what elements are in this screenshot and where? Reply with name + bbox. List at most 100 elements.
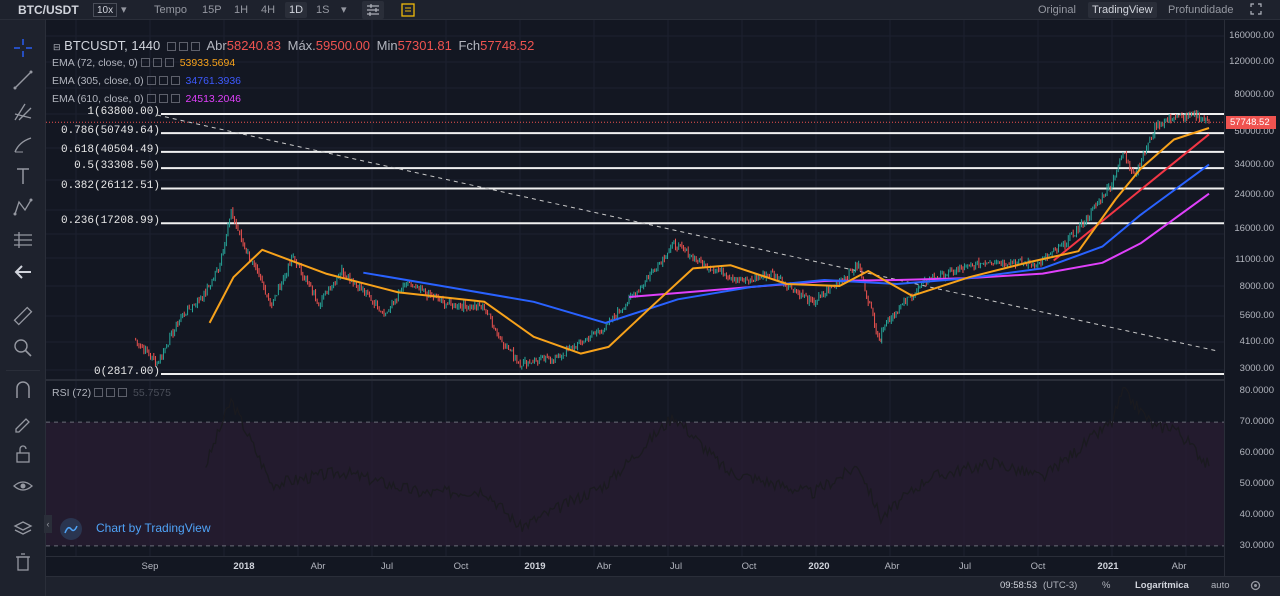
crosshair-icon[interactable]	[11, 36, 35, 60]
trash-icon[interactable]	[11, 550, 35, 574]
price-tick: 8000.00	[1239, 281, 1274, 292]
bottom-toolbar: 09:58:53 (UTC-3) % Logarítmica auto	[46, 576, 1280, 596]
ema72-value: 53933.5694	[179, 57, 236, 69]
rsi-tick: 40.0000	[1239, 508, 1274, 520]
collapse-icon: ⊟	[53, 42, 61, 52]
stay-drawing-icon[interactable]	[11, 410, 35, 434]
settings-gear-icon[interactable]	[1249, 579, 1262, 595]
ema610-legend[interactable]: EMA (610, close, 0) 24513.2046	[52, 93, 241, 105]
back-arrow-icon[interactable]	[11, 260, 35, 284]
price-tick: 120000.00	[1229, 56, 1274, 67]
price-tick: 5600.00	[1239, 310, 1274, 321]
price-tick: 11000.00	[1235, 254, 1274, 265]
interval-1d[interactable]: 1D	[285, 2, 308, 18]
magnet-icon[interactable]	[11, 378, 35, 402]
fib-label-0[interactable]: 1(63800.00)	[87, 106, 160, 118]
percent-toggle[interactable]: %	[1102, 580, 1110, 591]
time-tick: Abr	[884, 561, 900, 572]
collapse-toolbar-chevron-icon[interactable]: ‹	[44, 515, 52, 533]
price-axis[interactable]: 160000.00 120000.00 80000.00 50000.00 34000.…	[1224, 20, 1280, 576]
brush-icon[interactable]	[11, 132, 35, 156]
timezone[interactable]: (UTC-3)	[1043, 580, 1077, 591]
fullscreen-icon[interactable]	[1249, 2, 1263, 18]
eye-icon[interactable]	[11, 474, 35, 498]
fib-label-1[interactable]: 0.786(50749.64)	[61, 125, 160, 137]
time-tick: 2018	[233, 561, 255, 572]
top-toolbar: BTC/USDT 10x ▾ Tempo 15P 1H 4H 1D 1S ▾ O…	[0, 0, 1280, 20]
ema305-value: 34761.3936	[185, 75, 242, 87]
time-tick: Oct	[453, 561, 469, 572]
leverage-badge[interactable]: 10x	[93, 3, 118, 17]
note-icon[interactable]	[398, 1, 418, 19]
interval-1h[interactable]: 1H	[234, 2, 248, 18]
close-value: 57748.52	[480, 38, 535, 53]
low-value: 57301.81	[397, 38, 452, 53]
rsi-value: 55.7575	[133, 387, 171, 399]
time-tick: Abr	[596, 561, 612, 572]
price-tick: 4100.00	[1239, 336, 1274, 347]
view-tradingview[interactable]: TradingView	[1088, 2, 1157, 18]
time-tick: Jul	[669, 561, 683, 572]
rsi-tick: 50.0000	[1239, 477, 1274, 489]
ema72-line	[208, 127, 1210, 355]
rsi-legend[interactable]: RSI (72) 55.7575	[52, 387, 171, 399]
drawing-toolbar	[0, 20, 46, 596]
lock-icon[interactable]	[11, 442, 35, 466]
view-original[interactable]: Original	[1038, 2, 1076, 18]
toolbar-divider	[6, 370, 40, 371]
time-tick: Oct	[741, 561, 757, 572]
text-icon[interactable]	[11, 164, 35, 188]
price-tick: 16000.00	[1234, 223, 1274, 234]
ruler-icon[interactable]	[11, 304, 35, 328]
ema610-value: 24513.2046	[185, 93, 242, 105]
interval-1s[interactable]: 1S	[316, 2, 329, 18]
price-tick: 3000.00	[1239, 363, 1274, 374]
indicators-settings-icon[interactable]	[362, 1, 384, 19]
tempo-label: Tempo	[154, 4, 188, 16]
view-profundidade[interactable]: Profundidade	[1168, 2, 1233, 18]
time-tick: Jul	[380, 561, 394, 572]
time-tick: Oct	[1030, 561, 1046, 572]
watermark-text: Chart by TradingView	[96, 521, 211, 535]
rsi-tick: 30.0000	[1239, 539, 1274, 551]
high-value: 59500.00	[315, 38, 371, 53]
time-tick: 2021	[1097, 561, 1119, 572]
current-price-tag: 57748.52	[1226, 116, 1276, 129]
zoom-icon[interactable]	[11, 336, 35, 360]
pitchfork-icon[interactable]	[11, 100, 35, 124]
time-tick: Abr	[1171, 561, 1187, 572]
time-tick: 2019	[524, 561, 546, 572]
price-tick: 24000.00	[1234, 189, 1274, 200]
pattern-icon[interactable]	[11, 196, 35, 220]
leverage-chevron-icon[interactable]: ▾	[121, 2, 127, 18]
time-tick: 2020	[808, 561, 830, 572]
fib-label-2[interactable]: 0.618(40504.49)	[61, 144, 160, 156]
layers-icon[interactable]	[11, 518, 35, 542]
ema72-legend[interactable]: EMA (72, close, 0) 53933.5694	[52, 57, 235, 69]
rsi-tick: 80.0000	[1239, 385, 1274, 397]
fib-label-5[interactable]: 0.236(17208.99)	[61, 215, 160, 227]
fib-label-4[interactable]: 0.382(26112.51)	[61, 180, 160, 192]
interval-4h[interactable]: 4H	[261, 2, 275, 18]
price-tick: 34000.00	[1234, 159, 1274, 170]
time-tick: Abr	[310, 561, 326, 572]
price-tick: 160000.00	[1229, 30, 1274, 41]
price-tick: 80000.00	[1234, 89, 1274, 100]
ema305-legend[interactable]: EMA (305, close, 0) 34761.3936	[52, 75, 241, 87]
time-tick: Sep	[141, 561, 159, 572]
rsi-tick: 60.0000	[1239, 447, 1274, 459]
interval-more-chevron-icon[interactable]: ▾	[341, 2, 347, 18]
interval-15p[interactable]: 15P	[202, 2, 222, 18]
fib-label-6[interactable]: 0(2817.00)	[94, 366, 160, 378]
fib-label-3[interactable]: 0.5(33308.50)	[74, 160, 160, 172]
time-axis[interactable]: Sep 2018 Abr Jul Oct 2019 Abr Jul Oct 2020 Abr Jul O…	[46, 556, 1224, 576]
chart-panel[interactable]: ⊟ BTCUSDT, 1440 Abr58240.83 Máx.59500.00…	[44, 20, 1224, 576]
trend-line-icon[interactable]	[11, 68, 35, 92]
symbol-interval: BTCUSDT, 1440	[64, 38, 161, 53]
symbol-label[interactable]: BTC/USDT	[18, 2, 79, 18]
prediction-icon[interactable]	[11, 228, 35, 252]
auto-toggle[interactable]: auto	[1211, 580, 1230, 591]
log-toggle[interactable]: Logarítmica	[1135, 580, 1189, 591]
tradingview-watermark[interactable]: Chart by TradingView	[60, 518, 240, 540]
tradingview-logo-icon	[60, 518, 82, 540]
